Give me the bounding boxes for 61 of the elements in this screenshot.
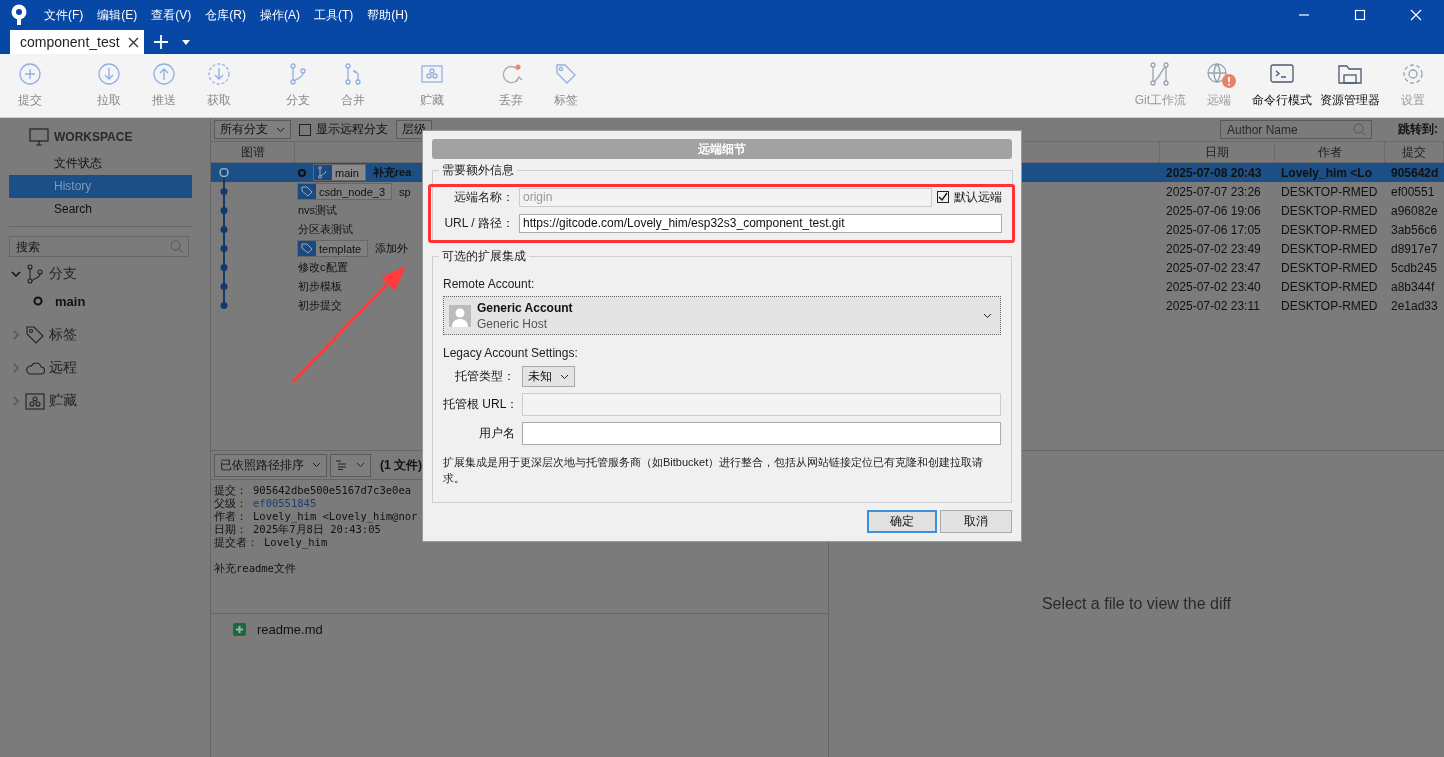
commit-date: 2025-07-02 23:49 [1165, 241, 1262, 256]
commit-hash: a8b344f [1390, 279, 1436, 294]
commit-hash: d8917e7 [1390, 241, 1439, 256]
commit-message: 初步提交 [298, 298, 342, 313]
commit-hash: 3ab56c6 [1390, 222, 1439, 237]
commit-author: DESKTOP-RMED [1280, 241, 1379, 256]
field-label: 提交： [214, 484, 247, 496]
section-label: Legacy Account Settings: [443, 346, 579, 360]
commit-date: 2025-07-07 23:26 [1165, 184, 1262, 199]
commit-hash: 5cdb245 [1390, 260, 1439, 275]
checkbox-label: 显示远程分支 [316, 121, 388, 138]
field-value: Lovely_him [264, 536, 328, 548]
account-host: Generic Host [477, 316, 549, 331]
field-label: 父级： [214, 497, 247, 509]
commit-message: 添加外 [375, 241, 409, 256]
commit-author: Lovely_him <Lo [1280, 165, 1374, 180]
commit-date: 2025-07-06 19:06 [1165, 203, 1262, 218]
commit-message: nvs测试 [298, 203, 338, 218]
dialog-title: 远端细节 [432, 139, 1012, 159]
commit-author: DESKTOP-RMED [1280, 222, 1379, 237]
field-label: 远端名称： [453, 188, 514, 206]
commit-message: sp [399, 185, 411, 198]
commit-author: DESKTOP-RMED [1280, 279, 1379, 294]
field-label: 提交者： [214, 536, 258, 548]
commit-message: 修改c配置 [298, 260, 348, 275]
commit-message: 补充readme文件 [214, 562, 297, 576]
field-label: 托管根 URL： [443, 396, 515, 413]
field-label: 作者： [214, 510, 247, 522]
commit-message: 补充rea [372, 165, 412, 180]
commit-hash: 905642d [1390, 165, 1440, 180]
commit-date: 2025-07-02 23:11 [1165, 298, 1261, 313]
section-title: WORKSPACE [54, 130, 133, 144]
field-label: Remote Account: [443, 277, 536, 291]
group-title: 需要额外信息 [441, 162, 515, 179]
account-name: Generic Account [477, 300, 573, 315]
checkbox-label: 默认远端 [954, 188, 1002, 206]
commit-hash: ef00551 [1390, 184, 1436, 199]
jump-to-label: 跳转到: [1398, 121, 1438, 138]
commit-author: DESKTOP-RMED [1280, 260, 1379, 275]
commit-date: 2025-07-06 17:05 [1165, 222, 1262, 237]
commit-author: DESKTOP-RMED [1280, 298, 1379, 313]
field-label: 托管类型： [454, 368, 515, 385]
commit-author: DESKTOP-RMED [1280, 203, 1379, 218]
field-label: URL / 路径： [443, 214, 514, 232]
commit-date: 2025-07-08 20:43 [1165, 165, 1263, 180]
field-value: 905642dbe500e5167d7c3e0ea [253, 484, 412, 496]
commit-hash: a96082e [1390, 203, 1439, 218]
field-value: 2025年7月8日 20:43:05 [253, 523, 381, 535]
commit-date: 2025-07-02 23:47 [1165, 260, 1262, 275]
commit-message: 分区表测试 [298, 222, 353, 237]
field-value: Lovely_him <Lovely_him@nor [253, 510, 418, 522]
commit-date: 2025-07-02 23:40 [1165, 279, 1262, 294]
commit-author: DESKTOP-RMED [1280, 184, 1379, 199]
empty-diff-message: Select a file to view the diff [1041, 595, 1232, 613]
help-text: 扩展集成是用于更深层次地与托管服务商（如Bitbucket）进行整合，包括从网站链接定位已有克隆和创建拉取请求。 [443, 455, 985, 486]
commit-message: 初步模板 [298, 279, 342, 294]
group-title: 可选的扩展集成 [441, 248, 527, 265]
file-count: (1 文件) [380, 456, 422, 474]
field-label: 用户名 [478, 425, 515, 442]
commit-hash: 2e1ad33 [1390, 298, 1439, 313]
field-label: 日期： [214, 523, 247, 535]
